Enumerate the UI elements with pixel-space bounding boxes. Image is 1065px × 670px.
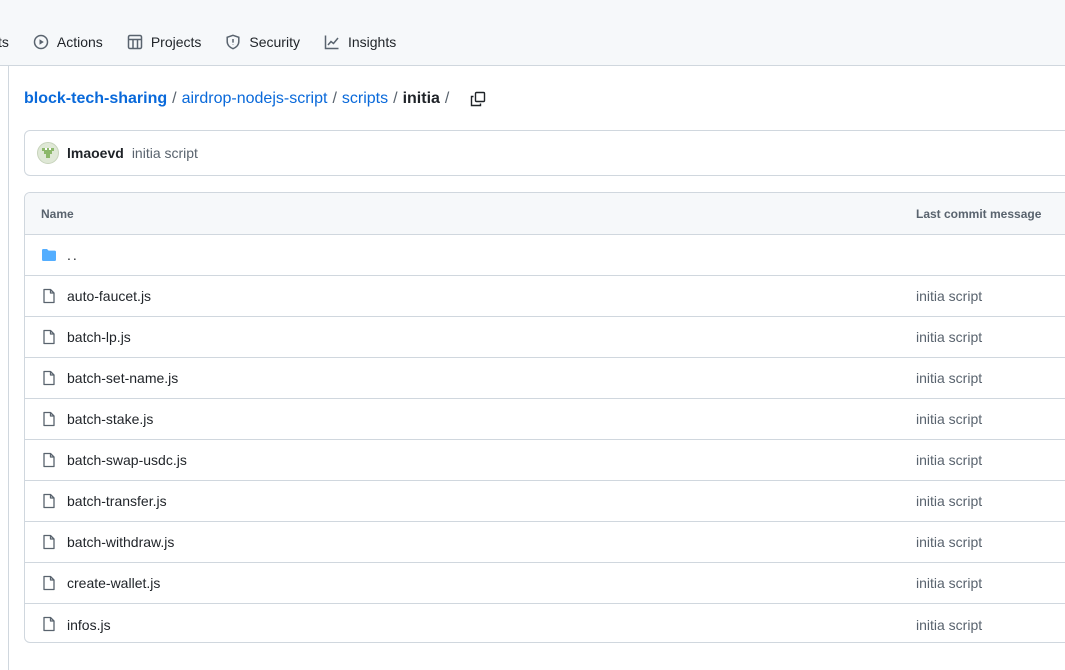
- file-icon: [43, 575, 55, 591]
- copy-icon: [471, 91, 486, 107]
- table-row-parent-dir[interactable]: ..: [25, 235, 1065, 276]
- file-commit-message-link[interactable]: initia script: [916, 493, 982, 509]
- file-name-link[interactable]: batch-withdraw.js: [67, 534, 174, 550]
- nav-tab-security[interactable]: Security: [213, 26, 312, 58]
- table-row[interactable]: create-wallet.js initia script: [25, 563, 1065, 604]
- file-name-link[interactable]: auto-faucet.js: [67, 288, 151, 304]
- file-commit-message-link[interactable]: initia script: [916, 452, 982, 468]
- commit-author-link[interactable]: lmaoevd: [67, 145, 124, 161]
- table-row[interactable]: batch-swap-usdc.js initia script: [25, 440, 1065, 481]
- parent-dir-link[interactable]: ..: [67, 247, 79, 263]
- breadcrumb-separator: /: [393, 90, 398, 107]
- file-name-link[interactable]: batch-stake.js: [67, 411, 153, 427]
- file-commit-message-link[interactable]: initia script: [916, 575, 982, 591]
- file-icon: [43, 534, 55, 550]
- avatar[interactable]: [37, 142, 59, 164]
- nav-tab-actions-label: Actions: [56, 34, 103, 50]
- breadcrumb-current: initia: [402, 90, 440, 107]
- repo-header: ts Actions Projects Security Insights: [0, 0, 1065, 66]
- breadcrumb-part-link[interactable]: scripts: [342, 90, 388, 108]
- table-row[interactable]: auto-faucet.js initia script: [25, 276, 1065, 317]
- nav-tab-partial[interactable]: ts: [0, 26, 21, 58]
- table-icon: [127, 34, 143, 50]
- breadcrumb: block-tech-sharing / airdrop-nodejs-scri…: [24, 86, 488, 112]
- latest-commit-box: lmaoevd initia script: [24, 130, 1065, 176]
- nav-tab-security-label: Security: [249, 34, 300, 50]
- breadcrumb-repo-link[interactable]: block-tech-sharing: [24, 90, 167, 108]
- copy-path-button[interactable]: [468, 89, 488, 109]
- nav-tab-insights-label: Insights: [347, 34, 397, 50]
- breadcrumb-separator: /: [332, 90, 337, 107]
- nav-tab-partial-label: ts: [0, 34, 9, 50]
- table-row[interactable]: infos.js initia script: [25, 604, 1065, 642]
- file-commit-message-link[interactable]: initia script: [916, 288, 982, 304]
- graph-icon: [324, 35, 339, 50]
- breadcrumb-separator: /: [444, 90, 450, 107]
- file-commit-message-link[interactable]: initia script: [916, 411, 982, 427]
- file-name-link[interactable]: batch-swap-usdc.js: [67, 452, 187, 468]
- file-commit-message-link[interactable]: initia script: [916, 329, 982, 345]
- nav-tab-insights[interactable]: Insights: [312, 26, 408, 58]
- file-name-link[interactable]: infos.js: [67, 617, 111, 633]
- commit-message-link[interactable]: initia script: [132, 145, 198, 161]
- breadcrumb-separator: /: [172, 90, 177, 107]
- file-icon: [43, 616, 55, 632]
- table-row[interactable]: batch-stake.js initia script: [25, 399, 1065, 440]
- file-commit-message-link[interactable]: initia script: [916, 617, 982, 633]
- file-icon: [43, 493, 55, 509]
- table-row[interactable]: batch-lp.js initia script: [25, 317, 1065, 358]
- shield-icon: [226, 34, 240, 50]
- play-circle-icon: [33, 34, 49, 50]
- table-row[interactable]: batch-transfer.js initia script: [25, 481, 1065, 522]
- table-row[interactable]: batch-set-name.js initia script: [25, 358, 1065, 399]
- nav-tab-actions[interactable]: Actions: [21, 26, 115, 58]
- file-commit-message-link[interactable]: initia script: [916, 534, 982, 550]
- file-icon: [43, 452, 55, 468]
- file-name-link[interactable]: create-wallet.js: [67, 575, 160, 591]
- file-icon: [43, 370, 55, 386]
- file-icon: [43, 411, 55, 427]
- table-row[interactable]: batch-withdraw.js initia script: [25, 522, 1065, 563]
- identicon-icon: [42, 148, 54, 158]
- sidebar-divider: [8, 66, 9, 670]
- nav-tab-projects-label: Projects: [150, 34, 202, 50]
- file-commit-message-link[interactable]: initia script: [916, 370, 982, 386]
- file-name-link[interactable]: batch-transfer.js: [67, 493, 167, 509]
- column-header-name: Name: [41, 206, 74, 221]
- file-icon: [43, 329, 55, 345]
- table-header: Name Last commit message: [25, 193, 1065, 235]
- file-icon: [43, 288, 55, 304]
- column-header-last-commit: Last commit message: [916, 206, 1042, 221]
- repo-nav: ts Actions Projects Security Insights: [0, 26, 408, 58]
- file-table: Name Last commit message .. auto-faucet.…: [24, 192, 1065, 643]
- file-name-link[interactable]: batch-set-name.js: [67, 370, 178, 386]
- breadcrumb-part-link[interactable]: airdrop-nodejs-script: [182, 90, 328, 108]
- folder-icon: [42, 249, 56, 261]
- file-name-link[interactable]: batch-lp.js: [67, 329, 131, 345]
- nav-tab-projects[interactable]: Projects: [115, 26, 214, 58]
